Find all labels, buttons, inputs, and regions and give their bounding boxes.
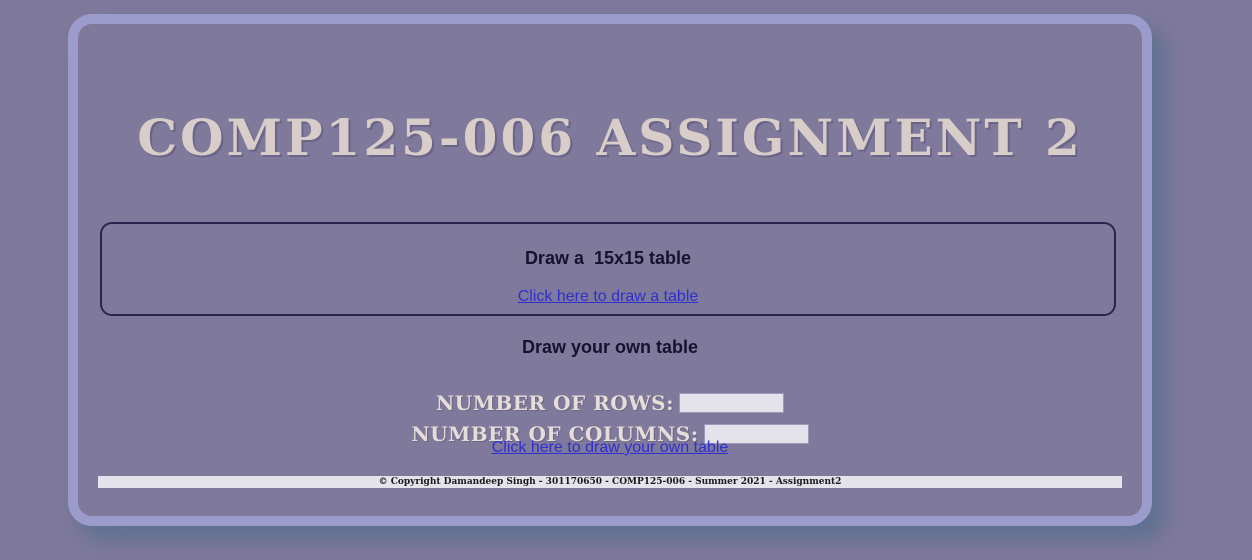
- rows-field: NUMBER OF ROWS:: [78, 391, 1142, 415]
- draw-custom-table-link[interactable]: Click here to draw your own table: [492, 439, 729, 456]
- custom-table-heading: Draw your own table: [521, 337, 699, 357]
- page-title: COMP125-006 ASSIGNMENT 2: [137, 108, 1083, 167]
- rows-input[interactable]: [679, 393, 784, 413]
- preset-table-box: Draw a 15x15 table Click here to draw a …: [100, 222, 1116, 316]
- draw-preset-table-link[interactable]: Click here to draw a table: [102, 288, 1114, 306]
- main-card: COMP125-006 ASSIGNMENT 2 Draw a 15x15 ta…: [68, 14, 1152, 526]
- footer: © Copyright Damandeep Singh - 301170650 …: [98, 476, 1122, 488]
- custom-link-wrap: Click here to draw your own table: [78, 439, 1142, 457]
- preset-table-heading: Draw a 15x15 table: [524, 248, 692, 268]
- rows-label: NUMBER OF ROWS:: [435, 391, 674, 415]
